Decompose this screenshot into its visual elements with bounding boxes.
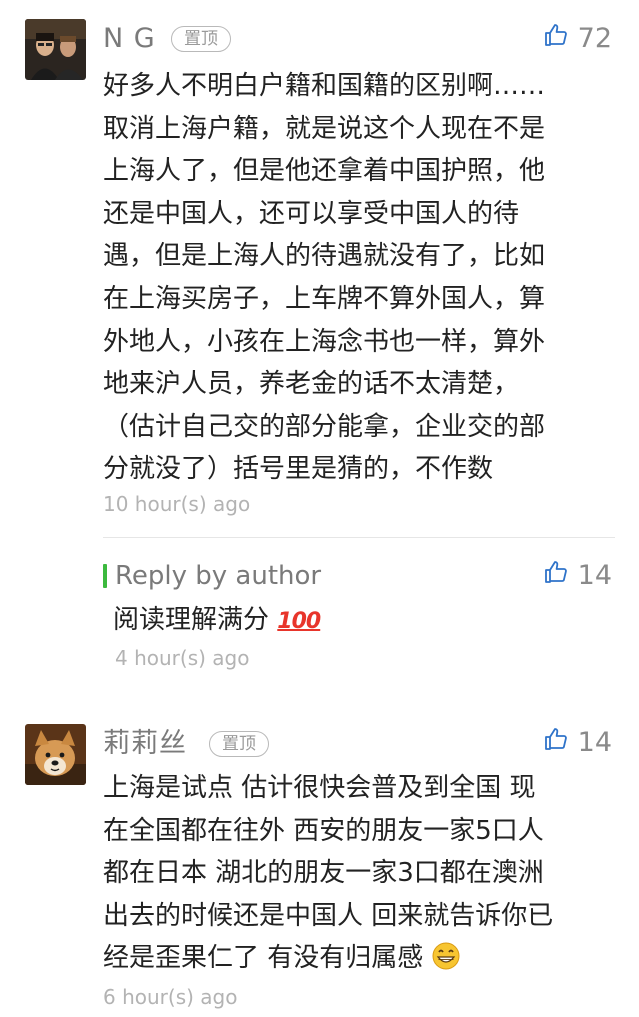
comment-line: 经是歪果仁了 有没有归属感 bbox=[103, 937, 613, 980]
comment-line: 上海是试点 估计很快会普及到全国 现 bbox=[103, 773, 536, 803]
author-name[interactable]: 莉莉丝 bbox=[103, 727, 187, 761]
comment-line: 都在日本 湖北的朋友一家3口都在澳洲 bbox=[103, 858, 544, 889]
comment-body: 上海是试点 估计很快会普及到全国 现 在全国都在往外 西安的朋友一家5口人 都在… bbox=[103, 767, 613, 980]
grinning-face-emoji bbox=[432, 941, 460, 970]
comment-line-text: 经是歪果仁了 有没有归属感 bbox=[103, 943, 424, 974]
comment-timestamp: 6 hour(s) ago bbox=[103, 985, 238, 1009]
comment-line: 在全国都在往外 西安的朋友一家5口人 bbox=[103, 815, 544, 846]
avatar[interactable] bbox=[25, 724, 86, 785]
comment-line: 出去的时候还是中国人 回来就告诉你已 bbox=[103, 900, 554, 931]
pinned-badge: 置顶 bbox=[209, 731, 269, 757]
like-button[interactable]: 14 bbox=[544, 725, 612, 759]
thumbs-up-icon bbox=[544, 727, 568, 758]
like-count: 14 bbox=[577, 726, 612, 758]
comment-item: 莉莉丝 置顶 14 上海是试点 估计很快会普及到全国 现 在全国都在往外 西安的… bbox=[0, 0, 639, 1017]
